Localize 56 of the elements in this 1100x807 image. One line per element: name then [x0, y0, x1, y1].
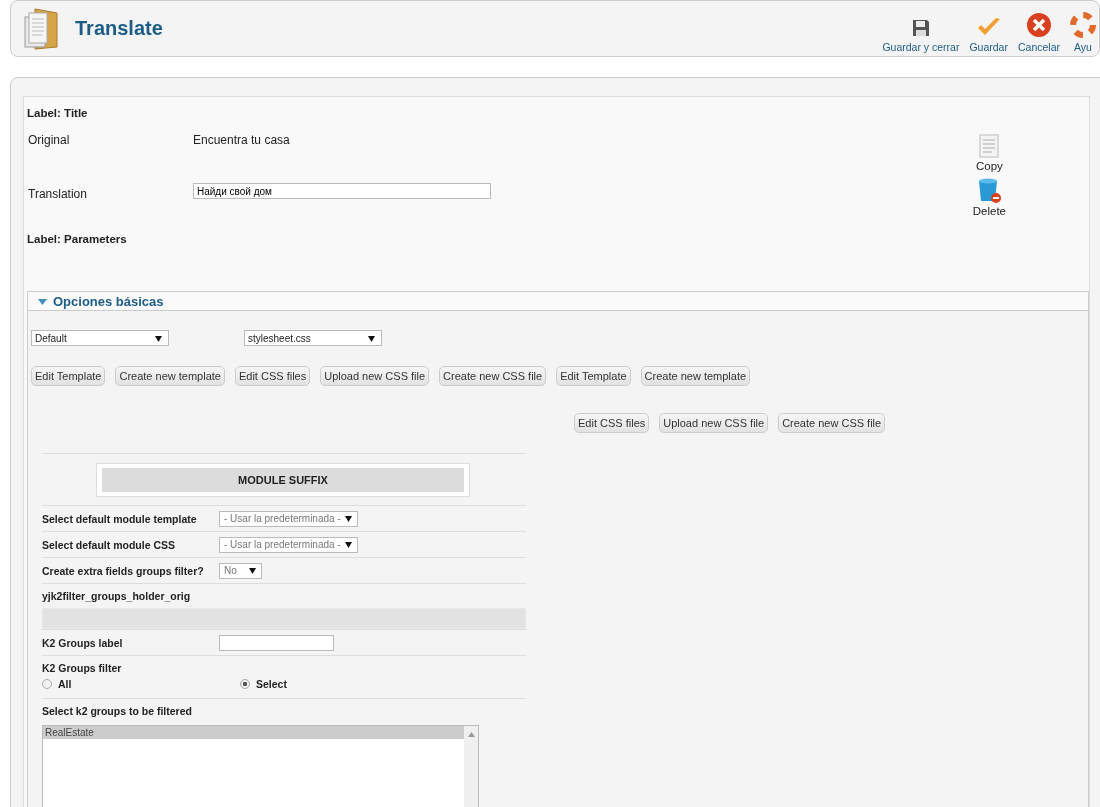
field-label: K2 Groups filter [42, 661, 123, 676]
field-label: Translation [28, 187, 88, 201]
radio-button[interactable] [42, 679, 52, 689]
dropdown[interactable]: No [219, 562, 262, 579]
caret-icon [368, 334, 375, 342]
caret-icon [155, 334, 162, 342]
toolbar-button[interactable]: Cancelar [1014, 11, 1063, 53]
action-button[interactable]: Upload new CSS file [659, 413, 769, 433]
caret-icon [345, 515, 352, 522]
action-button[interactable]: Create new template [640, 366, 751, 386]
action-button[interactable]: Upload new CSS file [320, 366, 430, 386]
dropdown[interactable]: stylesheet.css [244, 330, 382, 346]
field-label: Select k2 groups to be filtered [42, 704, 193, 719]
radio-option[interactable]: Select [240, 678, 438, 690]
action-button[interactable]: Create new CSS file [439, 366, 547, 386]
dropdown[interactable]: - Usar la predeterminada - [219, 536, 358, 553]
page-title: Translate [75, 17, 163, 40]
field-label: yjk2filter_groups_holder_orig [42, 589, 192, 604]
toolbar-button[interactable]: Guardar [966, 15, 1011, 53]
caret-icon [345, 541, 352, 548]
dropdown[interactable]: - Usar la predeterminada - [219, 510, 358, 527]
scroll-up-icon [467, 732, 475, 737]
scrollbar[interactable] [464, 726, 478, 807]
action-button[interactable]: Edit CSS files [234, 366, 311, 386]
triangle-icon [38, 296, 47, 306]
cancel-icon [1026, 11, 1052, 38]
action-button[interactable]: Create new template [115, 366, 225, 386]
toolbar-button[interactable]: Ayu [1067, 11, 1099, 53]
translation-field[interactable]: Найди свой дом [193, 183, 491, 199]
field-label: Original [28, 133, 71, 147]
list-item[interactable]: RealEstate [43, 726, 464, 739]
copy-button[interactable]: Copy [975, 133, 1003, 172]
radio-button[interactable] [240, 679, 250, 689]
caret-icon [249, 567, 256, 574]
delete-button[interactable]: Delete [972, 176, 1006, 217]
original-text: Encuentra tu casa [193, 133, 290, 147]
action-button[interactable]: Create new CSS file [778, 413, 886, 433]
toolbar-button[interactable]: Guardar y cerrar [879, 17, 963, 53]
help-icon [1070, 11, 1096, 38]
section-label: Label: Title [27, 107, 89, 119]
section-label: Label: Parameters [27, 233, 128, 245]
action-button[interactable]: Edit Template [556, 366, 631, 386]
folder-document-icon [21, 6, 61, 51]
trash-can-icon [976, 176, 1003, 204]
field-label: Create extra fields groups filter? [42, 564, 205, 577]
section-header[interactable]: Opciones básicas [28, 292, 1088, 311]
field-label: Select default module CSS [42, 538, 177, 551]
action-button[interactable]: Edit CSS files [574, 413, 650, 433]
module-suffix-heading: MODULE SUFFIX [102, 468, 464, 492]
field-label: K2 Groups label [42, 636, 124, 649]
dropdown[interactable]: Default [31, 330, 169, 346]
field-label: Select default module template [42, 512, 198, 525]
text-field[interactable] [219, 634, 334, 651]
list-box[interactable]: RealEstate [42, 725, 479, 807]
action-button[interactable]: Edit Template [31, 366, 106, 386]
radio-option[interactable]: All [42, 678, 240, 690]
